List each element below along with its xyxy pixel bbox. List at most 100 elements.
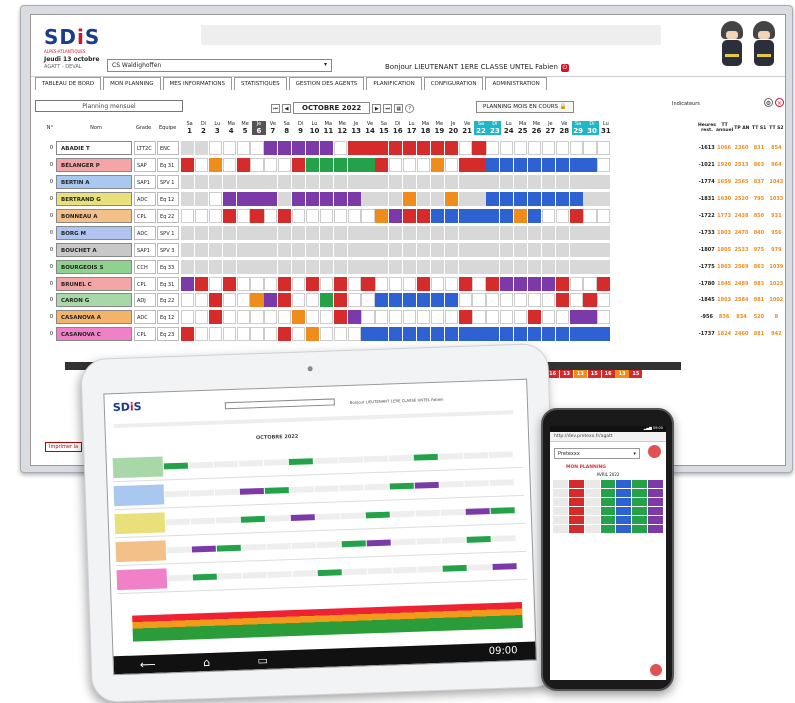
planning-cell[interactable] bbox=[319, 158, 333, 173]
planning-cell[interactable] bbox=[236, 192, 250, 207]
tab-4[interactable]: GESTION DES AGENTS bbox=[288, 77, 365, 90]
planning-cell[interactable] bbox=[181, 225, 195, 240]
phone-day-cell[interactable] bbox=[648, 489, 663, 497]
planning-cell[interactable] bbox=[347, 276, 361, 291]
planning-cell[interactable] bbox=[222, 327, 236, 342]
planning-cell[interactable] bbox=[583, 192, 597, 207]
tablet-cell[interactable] bbox=[488, 450, 513, 458]
agent-name[interactable]: BERTIN A bbox=[56, 175, 132, 190]
planning-cell[interactable] bbox=[486, 225, 500, 240]
planning-cell[interactable] bbox=[527, 327, 542, 342]
planning-cell[interactable] bbox=[375, 225, 389, 240]
phone-day-cell[interactable] bbox=[632, 480, 648, 488]
planning-cell[interactable] bbox=[416, 310, 431, 325]
planning-cell[interactable] bbox=[319, 259, 333, 274]
tablet-cell[interactable] bbox=[438, 452, 463, 460]
planning-cell[interactable] bbox=[486, 192, 500, 207]
phone-day-cell[interactable] bbox=[632, 489, 648, 497]
planning-cell[interactable] bbox=[250, 225, 264, 240]
planning-cell[interactable] bbox=[403, 259, 417, 274]
planning-cell[interactable] bbox=[375, 293, 389, 308]
planning-cell[interactable] bbox=[278, 158, 292, 173]
planning-cell[interactable] bbox=[444, 293, 458, 308]
phone-day-cell[interactable] bbox=[553, 480, 568, 488]
phone-day-cell[interactable] bbox=[568, 480, 584, 488]
planning-cell[interactable] bbox=[514, 175, 528, 190]
tablet-cell[interactable] bbox=[415, 509, 440, 517]
phone-day-cell[interactable] bbox=[568, 507, 584, 515]
planning-cell[interactable] bbox=[403, 310, 417, 325]
planning-cell[interactable] bbox=[583, 327, 597, 342]
phone-day-cell[interactable] bbox=[584, 480, 600, 488]
planning-cell[interactable] bbox=[305, 276, 320, 291]
planning-cell[interactable] bbox=[236, 175, 250, 190]
planning-cell[interactable] bbox=[486, 175, 500, 190]
planning-cell[interactable] bbox=[222, 192, 236, 207]
centre-select[interactable]: CS Waldighoffen ▾ bbox=[107, 59, 332, 72]
planning-cell[interactable] bbox=[500, 310, 514, 325]
planning-cell[interactable] bbox=[389, 175, 403, 190]
planning-cell[interactable] bbox=[583, 293, 597, 308]
planning-cell[interactable] bbox=[472, 310, 486, 325]
planning-cell[interactable] bbox=[500, 242, 514, 257]
planning-cell[interactable] bbox=[527, 209, 542, 223]
tablet-cell[interactable] bbox=[417, 565, 442, 573]
tablet-cell[interactable] bbox=[416, 537, 441, 545]
planning-cell[interactable] bbox=[305, 293, 320, 308]
planning-cell[interactable] bbox=[583, 259, 597, 274]
tablet-cell[interactable] bbox=[490, 506, 515, 514]
planning-cell[interactable] bbox=[444, 158, 458, 173]
tablet-cell[interactable] bbox=[317, 568, 342, 576]
planning-cell[interactable] bbox=[430, 209, 444, 223]
planning-cell[interactable] bbox=[375, 310, 389, 325]
tablet-cell[interactable] bbox=[440, 508, 465, 516]
planning-cell[interactable] bbox=[375, 141, 389, 156]
planning-cell[interactable] bbox=[416, 276, 431, 291]
planning-cell[interactable] bbox=[458, 192, 472, 207]
planning-cell[interactable] bbox=[486, 310, 500, 325]
phone-day-cell[interactable] bbox=[632, 525, 648, 533]
planning-cell[interactable] bbox=[416, 259, 431, 274]
planning-cell[interactable] bbox=[208, 192, 222, 207]
planning-cell[interactable] bbox=[222, 293, 236, 308]
planning-cell[interactable] bbox=[597, 327, 611, 342]
planning-cell[interactable] bbox=[486, 141, 500, 156]
agent-name[interactable]: BOURGEOIS S bbox=[56, 259, 132, 274]
tablet-cell[interactable] bbox=[166, 546, 191, 553]
planning-cell[interactable] bbox=[541, 175, 555, 190]
planning-cell[interactable] bbox=[194, 158, 209, 173]
planning-cell[interactable] bbox=[375, 276, 389, 291]
tablet-cell[interactable] bbox=[341, 539, 366, 547]
planning-cell[interactable] bbox=[181, 175, 195, 190]
planning-cell[interactable] bbox=[555, 327, 569, 342]
tablet-centre-select[interactable] bbox=[224, 398, 335, 410]
planning-cell[interactable] bbox=[430, 141, 444, 156]
planning-cell[interactable] bbox=[416, 141, 431, 156]
tablet-cell[interactable] bbox=[266, 542, 291, 550]
planning-cell[interactable] bbox=[292, 293, 306, 308]
phone-day-cell[interactable] bbox=[600, 480, 616, 488]
planning-cell[interactable] bbox=[222, 158, 236, 173]
planning-cell[interactable] bbox=[389, 276, 403, 291]
planning-cell[interactable] bbox=[292, 242, 306, 257]
tablet-cell[interactable] bbox=[414, 481, 439, 489]
phone-day-cell[interactable] bbox=[584, 498, 600, 506]
planning-cell[interactable] bbox=[194, 242, 209, 257]
planning-cell[interactable] bbox=[444, 141, 458, 156]
planning-cell[interactable] bbox=[569, 310, 583, 325]
planning-cell[interactable] bbox=[250, 141, 264, 156]
planning-cell[interactable] bbox=[527, 310, 542, 325]
planning-cell[interactable] bbox=[555, 225, 569, 240]
tablet-agent[interactable] bbox=[116, 567, 168, 590]
planning-cell[interactable] bbox=[583, 276, 597, 291]
agent-name[interactable]: BONNEAU A bbox=[56, 209, 132, 223]
agent-name[interactable]: BOUCHET A bbox=[56, 242, 132, 257]
planning-cell[interactable] bbox=[292, 276, 306, 291]
tablet-cell[interactable] bbox=[164, 490, 189, 497]
planning-cell[interactable] bbox=[472, 209, 486, 223]
next-icon[interactable]: ▶ bbox=[372, 103, 382, 113]
planning-cell[interactable] bbox=[333, 327, 347, 342]
phone-day-cell[interactable] bbox=[600, 507, 616, 515]
planning-cell[interactable] bbox=[333, 242, 347, 257]
planning-cell[interactable] bbox=[333, 209, 347, 223]
